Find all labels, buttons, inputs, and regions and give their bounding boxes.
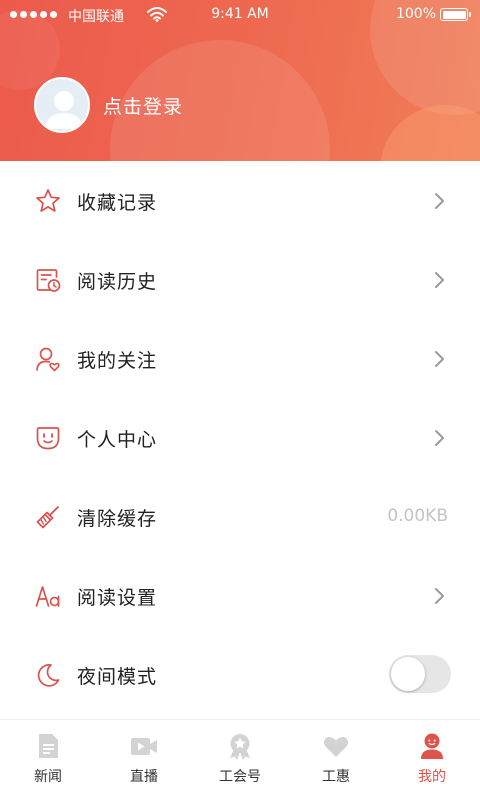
tab-mine[interactable]: 我的 xyxy=(384,720,480,800)
bottom-tab-bar: 新闻 直播 工会号 工惠 我的 xyxy=(0,719,480,800)
default-avatar-icon xyxy=(45,91,83,129)
reading-history-icon xyxy=(36,269,61,292)
tab-benefits[interactable]: 工惠 xyxy=(288,720,384,800)
toggle-knob xyxy=(391,657,425,691)
menu-item-clear-cache[interactable]: 清除缓存 0.00KB xyxy=(0,477,480,556)
battery-icon xyxy=(440,8,471,21)
menu-item-label: 夜间模式 xyxy=(77,666,158,688)
heart-icon xyxy=(323,736,349,757)
follow-user-icon xyxy=(36,347,60,372)
menu-item-reading-history[interactable]: 阅读历史 xyxy=(0,240,480,319)
star-icon xyxy=(36,189,60,212)
moon-icon xyxy=(37,663,60,687)
battery-percentage: 100% xyxy=(395,6,436,22)
menu-item-label: 我的关注 xyxy=(77,350,158,372)
chevron-right-icon xyxy=(435,588,444,604)
chevron-right-icon xyxy=(435,193,444,209)
menu-item-label: 个人中心 xyxy=(77,429,158,451)
chevron-right-icon xyxy=(435,430,444,446)
menu-item-label: 清除缓存 xyxy=(77,508,158,530)
chevron-right-icon xyxy=(435,351,444,367)
tab-label: 直播 xyxy=(130,769,158,785)
login-link[interactable]: 点击登录 xyxy=(103,92,183,119)
font-size-icon xyxy=(35,586,60,607)
video-icon xyxy=(131,738,157,755)
profile-screen: 中国联通 9:41 AM 100% 点击登录 收藏记录 阅读历史 我的关注 个人… xyxy=(0,0,480,800)
night-mode-toggle[interactable] xyxy=(389,655,451,693)
profile-header: 中国联通 9:41 AM 100% 点击登录 xyxy=(0,0,480,161)
menu-item-reading-settings[interactable]: 阅读设置 xyxy=(0,556,480,635)
avatar[interactable] xyxy=(34,77,90,133)
tab-union[interactable]: 工会号 xyxy=(192,720,288,800)
status-bar: 中国联通 9:41 AM 100% xyxy=(0,0,480,30)
menu-item-personal-center[interactable]: 个人中心 xyxy=(0,398,480,477)
profile-face-icon xyxy=(36,427,60,450)
menu-item-following[interactable]: 我的关注 xyxy=(0,319,480,398)
header-decoration xyxy=(380,105,480,161)
menu-item-label: 阅读历史 xyxy=(77,271,158,293)
settings-menu: 收藏记录 阅读历史 我的关注 个人中心 清除缓存 0.00KB 阅读设置 夜间模… xyxy=(0,161,480,714)
tab-label: 新闻 xyxy=(34,769,62,785)
news-icon xyxy=(39,734,58,758)
badge-icon xyxy=(230,734,250,760)
tab-label: 我的 xyxy=(418,769,446,785)
menu-item-label: 阅读设置 xyxy=(77,587,158,609)
menu-item-label: 收藏记录 xyxy=(77,192,158,214)
tab-live[interactable]: 直播 xyxy=(96,720,192,800)
menu-item-favorites[interactable]: 收藏记录 xyxy=(0,161,480,240)
cache-size-value: 0.00KB xyxy=(387,506,448,526)
menu-item-night-mode: 夜间模式 xyxy=(0,635,480,714)
tab-label: 工会号 xyxy=(219,769,261,785)
chevron-right-icon xyxy=(435,272,444,288)
broom-icon xyxy=(36,506,59,529)
tab-news[interactable]: 新闻 xyxy=(0,720,96,800)
user-icon xyxy=(421,733,443,759)
tab-label: 工惠 xyxy=(322,769,350,785)
